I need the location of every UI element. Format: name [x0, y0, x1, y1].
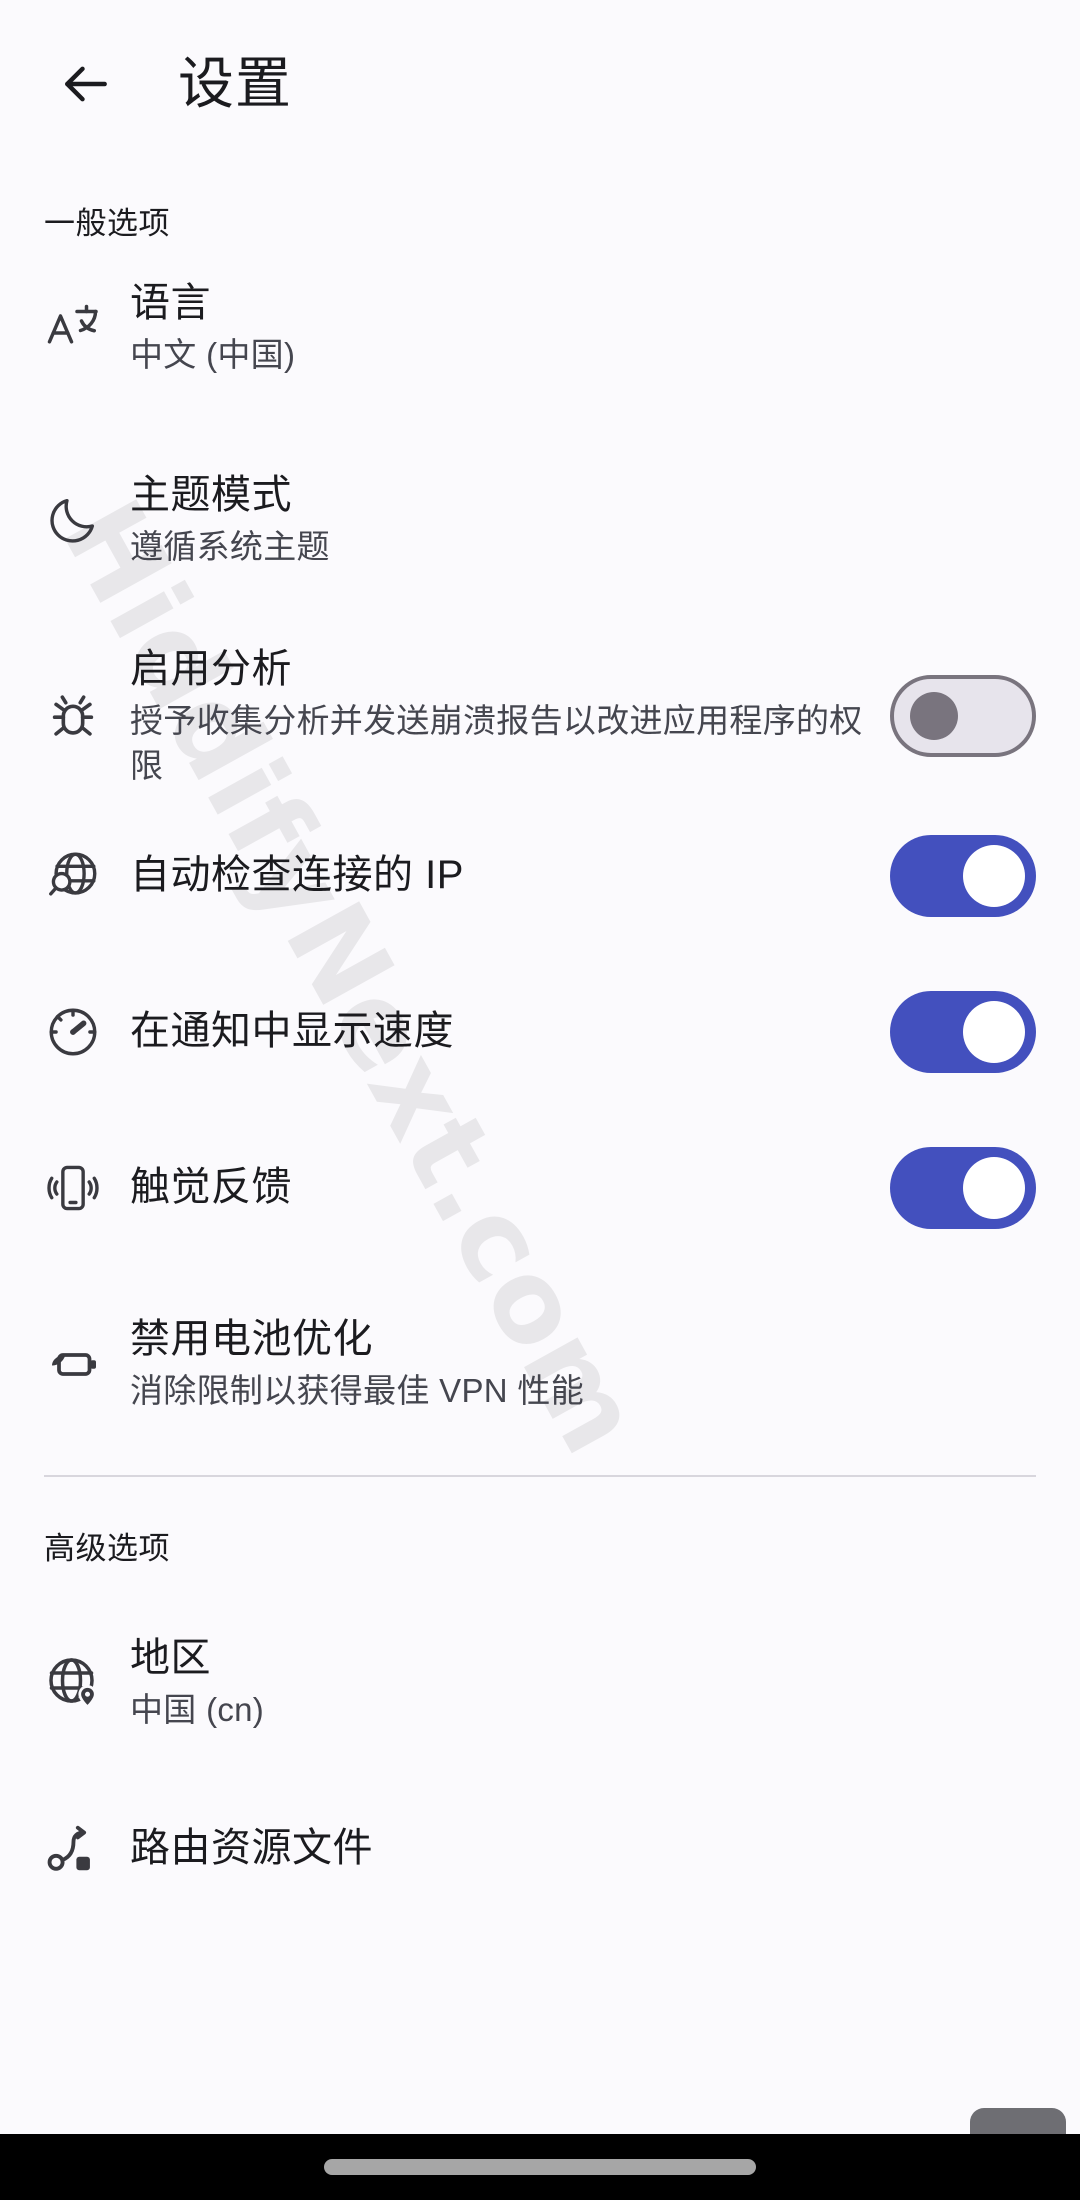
toggle-knob [963, 1001, 1025, 1063]
app-bar: 设置 [0, 0, 1080, 168]
section-header-general: 一般选项 [44, 206, 170, 241]
auto-check-ip-toggle[interactable] [890, 835, 1036, 917]
row-subtitle: 中国 (cn) [130, 1691, 265, 1729]
settings-row-text: 触觉反馈 [130, 1162, 890, 1213]
settings-row-text: 语言 中文 (中国) [130, 278, 1036, 377]
battery-saver-icon [44, 1334, 130, 1394]
settings-row-enable-analytics[interactable]: 启用分析 授予收集分析并发送崩溃报告以改进应用程序的权限 [0, 631, 1080, 801]
translate-icon [44, 298, 130, 358]
settings-row-text: 地区 中国 (cn) [130, 1633, 1036, 1732]
haptic-feedback-toggle[interactable] [890, 1147, 1036, 1229]
settings-row-routing-assets[interactable]: 路由资源文件 [0, 1784, 1080, 1914]
scrollbar-thumb[interactable] [970, 2108, 1066, 2134]
arrow-left-icon [58, 56, 114, 112]
system-navigation-bar [0, 2134, 1080, 2200]
row-subtitle: 遵循系统主题 [130, 528, 330, 566]
route-icon [44, 1820, 130, 1878]
settings-row-show-speed[interactable]: 在通知中显示速度 [0, 967, 1080, 1097]
settings-row-language[interactable]: 语言 中文 (中国) [0, 253, 1080, 403]
settings-row-text: 路由资源文件 [130, 1823, 1036, 1874]
row-title: 地区 [130, 1636, 211, 1681]
bug-icon [44, 687, 130, 745]
settings-row-disable-battery-optimization[interactable]: 禁用电池优化 消除限制以获得最佳 VPN 性能 [0, 1289, 1080, 1439]
row-title: 在通知中显示速度 [130, 1009, 454, 1054]
toggle-knob [963, 1157, 1025, 1219]
row-title: 自动检查连接的 IP [130, 853, 464, 898]
row-title: 禁用电池优化 [130, 1317, 373, 1362]
row-title: 路由资源文件 [130, 1826, 373, 1871]
settings-row-haptic-feedback[interactable]: 触觉反馈 [0, 1123, 1080, 1253]
speedometer-icon [44, 1003, 130, 1061]
settings-row-text: 禁用电池优化 消除限制以获得最佳 VPN 性能 [130, 1314, 1036, 1413]
settings-row-auto-check-ip[interactable]: 自动检查连接的 IP [0, 811, 1080, 941]
globe-pin-icon [44, 1653, 130, 1713]
home-indicator[interactable] [324, 2159, 756, 2175]
settings-row-text: 主题模式 遵循系统主题 [130, 470, 1036, 569]
settings-row-text: 启用分析 授予收集分析并发送崩溃报告以改进应用程序的权限 [130, 644, 890, 788]
row-subtitle: 授予收集分析并发送崩溃报告以改进应用程序的权限 [130, 702, 863, 784]
row-title: 语言 [130, 281, 211, 326]
moon-icon [44, 491, 130, 549]
settings-row-text: 在通知中显示速度 [130, 1006, 890, 1057]
settings-row-region[interactable]: 地区 中国 (cn) [0, 1608, 1080, 1758]
settings-row-theme-mode[interactable]: 主题模式 遵循系统主题 [0, 445, 1080, 595]
back-button[interactable] [44, 42, 128, 126]
row-subtitle: 消除限制以获得最佳 VPN 性能 [130, 1372, 584, 1410]
row-title: 启用分析 [130, 647, 292, 692]
analytics-toggle[interactable] [890, 675, 1036, 757]
settings-row-text: 自动检查连接的 IP [130, 850, 890, 901]
section-header-advanced: 高级选项 [44, 1531, 170, 1566]
toggle-knob [910, 692, 958, 740]
page-title: 设置 [178, 52, 292, 115]
row-subtitle: 中文 (中国) [130, 336, 296, 374]
row-title: 主题模式 [130, 473, 292, 518]
globe-search-icon [44, 847, 130, 905]
toggle-knob [963, 845, 1025, 907]
show-speed-toggle[interactable] [890, 991, 1036, 1073]
row-title: 触觉反馈 [130, 1165, 292, 1210]
settings-screen: HiddifyNext.com 设置 一般选项 语言 中文 (中国) 主题模式 … [0, 0, 1080, 2200]
vibrate-icon [44, 1159, 130, 1217]
